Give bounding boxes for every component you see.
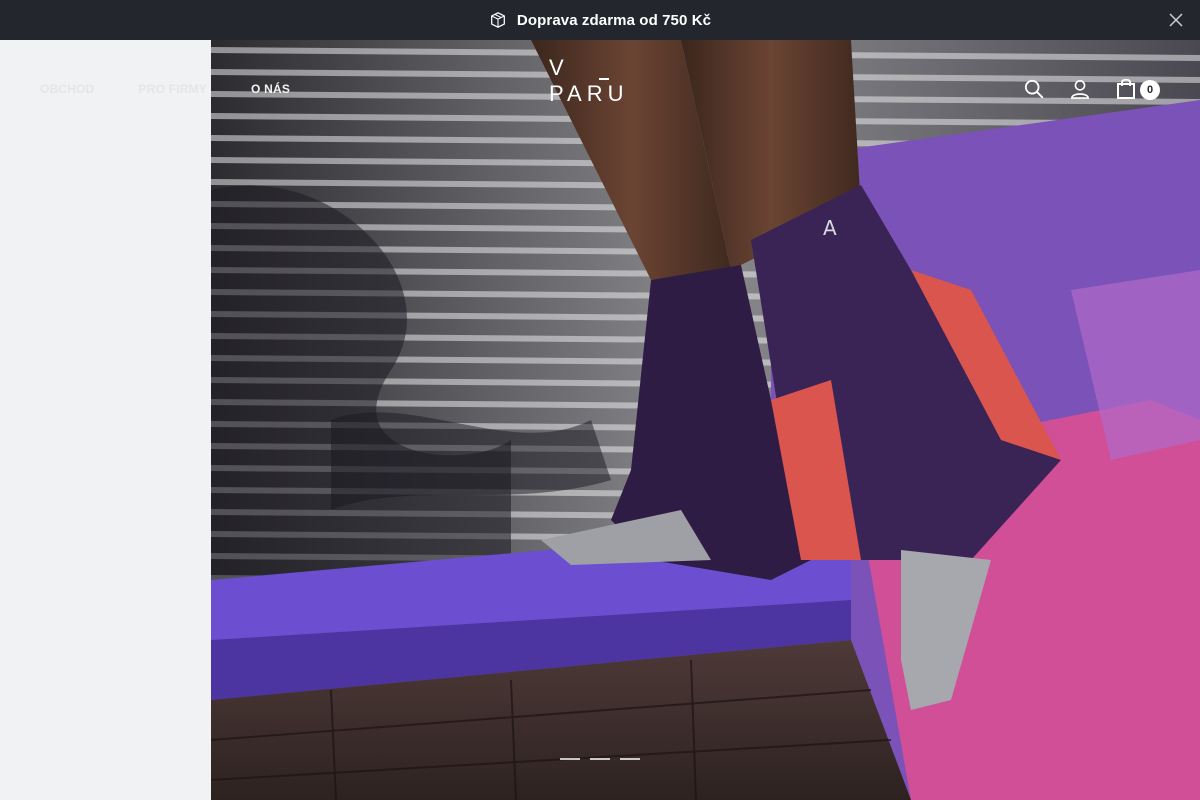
hero-image: A (211, 40, 1200, 800)
slider-indicators (560, 758, 640, 760)
announcement-bar: Doprava zdarma od 750 Kč (0, 0, 1200, 40)
announcement-text: Doprava zdarma od 750 Kč (516, 11, 712, 29)
logo-text: V PARU (549, 55, 629, 106)
cart-count-badge: 0 (1140, 80, 1160, 100)
header-actions: 0 (1024, 78, 1160, 100)
slider-dot-2[interactable] (590, 758, 610, 760)
announcement-message: Doprava zdarma od 750 Kč (489, 11, 711, 29)
user-icon[interactable] (1070, 78, 1090, 100)
nav-item-pro-firmy[interactable]: PRO FIRMY (139, 82, 207, 96)
search-icon[interactable] (1024, 78, 1044, 100)
nav-item-obchod[interactable]: OBCHOD (40, 82, 95, 96)
main-nav: OBCHOD PRO FIRMY O NÁS (40, 82, 290, 96)
close-icon[interactable] (1168, 12, 1184, 28)
cart-button[interactable]: 0 (1116, 78, 1160, 100)
slider-dot-3[interactable] (620, 758, 640, 760)
brand-logo[interactable]: V PARU (549, 55, 653, 107)
logo-accent (599, 78, 609, 80)
svg-text:A: A (823, 216, 837, 240)
left-panel (0, 40, 211, 800)
cart-icon (1117, 78, 1135, 99)
hero-banner: A (211, 40, 1200, 800)
slider-dot-1[interactable] (560, 758, 580, 760)
package-icon (490, 12, 505, 28)
nav-item-o-nas[interactable]: O NÁS (251, 82, 290, 96)
